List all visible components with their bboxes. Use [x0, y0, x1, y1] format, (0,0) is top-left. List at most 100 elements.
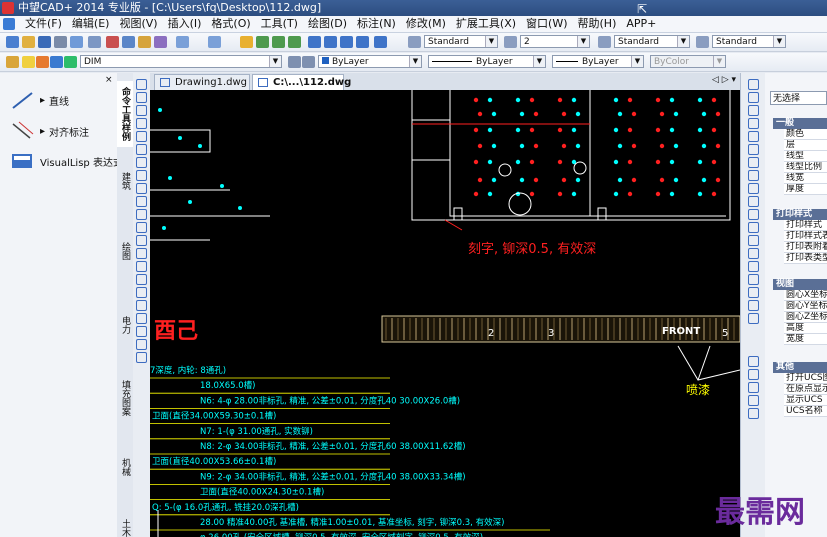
- modify-tool-icon[interactable]: [748, 209, 759, 220]
- draw-tool-icon[interactable]: [136, 339, 147, 350]
- print-icon[interactable]: [54, 36, 67, 48]
- modify-tool-icon[interactable]: [748, 274, 759, 285]
- design-center-icon[interactable]: [324, 36, 337, 48]
- undo-icon[interactable]: [176, 36, 189, 48]
- make-current-layer-icon[interactable]: [288, 56, 301, 68]
- draw-tool-icon[interactable]: [136, 300, 147, 311]
- text-style-select[interactable]: Standard ▼: [424, 35, 498, 48]
- menu-view[interactable]: 视图(V): [114, 16, 162, 32]
- menu-draw[interactable]: 绘图(D): [303, 16, 352, 32]
- selection-dropdown[interactable]: 无选择: [770, 91, 827, 105]
- modify-tool-icon[interactable]: [748, 369, 759, 380]
- draw-tool-icon[interactable]: [136, 222, 147, 233]
- modify-tool-icon[interactable]: [748, 356, 759, 367]
- menu-edit[interactable]: 编辑(E): [67, 16, 115, 32]
- draw-tool-icon[interactable]: [136, 248, 147, 259]
- print-preview-icon[interactable]: [70, 36, 83, 48]
- layer-lock-icon[interactable]: [50, 56, 63, 68]
- modify-tool-icon[interactable]: [748, 222, 759, 233]
- tab-mechanical[interactable]: 机械: [117, 451, 133, 483]
- pan-icon[interactable]: [240, 36, 253, 48]
- tool-visuallisp[interactable]: VisualLisp 表达式: [10, 151, 123, 171]
- drawing-canvas[interactable]: 刻字, 铆深0.5, 有效深 酉己 2 3 FRONT 5 喷漆 7深度, 内轮…: [150, 90, 740, 537]
- menu-help[interactable]: 帮助(H): [573, 16, 622, 32]
- copy-icon[interactable]: [122, 36, 135, 48]
- modify-tool-icon[interactable]: [748, 261, 759, 272]
- menu-app-plus[interactable]: APP+: [621, 16, 661, 32]
- redo-icon[interactable]: [208, 36, 221, 48]
- modify-tool-icon[interactable]: [748, 395, 759, 406]
- cad-drawing[interactable]: 刻字, 铆深0.5, 有效深 酉己 2 3 FRONT 5 喷漆 7深度, 内轮…: [150, 90, 740, 537]
- zoom-window-icon[interactable]: [272, 36, 285, 48]
- modify-tool-icon[interactable]: [748, 382, 759, 393]
- draw-tool-icon[interactable]: [136, 144, 147, 155]
- properties-icon[interactable]: [308, 36, 321, 48]
- dim-scale-select[interactable]: 2 ▼: [520, 35, 590, 48]
- tool-aligned-dimension[interactable]: ▸ 对齐标注: [10, 120, 89, 142]
- paste-icon[interactable]: [138, 36, 151, 48]
- menu-dimension[interactable]: 标注(N): [352, 16, 401, 32]
- cut-icon[interactable]: [106, 36, 119, 48]
- menu-tools[interactable]: 工具(T): [256, 16, 303, 32]
- tab-drawing1[interactable]: Drawing1.dwg: [154, 74, 250, 90]
- modify-tool-icon[interactable]: [748, 408, 759, 419]
- lineweight-select[interactable]: ByLayer ▼: [552, 55, 644, 68]
- close-icon[interactable]: ×: [105, 75, 113, 85]
- publish-icon[interactable]: [88, 36, 101, 48]
- tool-palettes-icon[interactable]: [340, 36, 353, 48]
- save-icon[interactable]: [38, 36, 51, 48]
- section-misc[interactable]: 其他: [773, 362, 827, 373]
- tab-hatch-patterns[interactable]: 填充图案: [117, 373, 133, 423]
- tool-line[interactable]: ▸ 直线: [10, 89, 69, 111]
- layer-select[interactable]: DIM ▼: [80, 55, 282, 68]
- match-properties-icon[interactable]: [154, 36, 167, 48]
- section-plot-style[interactable]: 打印样式: [773, 209, 827, 220]
- modify-tool-icon[interactable]: [748, 170, 759, 181]
- modify-tool-icon[interactable]: [748, 313, 759, 324]
- draw-tool-icon[interactable]: [136, 105, 147, 116]
- modify-tool-icon[interactable]: [748, 183, 759, 194]
- new-file-icon[interactable]: [6, 36, 19, 48]
- draw-tool-icon[interactable]: [136, 274, 147, 285]
- menu-file[interactable]: 文件(F): [20, 16, 67, 32]
- draw-tool-icon[interactable]: [136, 131, 147, 142]
- section-general[interactable]: 一般: [773, 118, 827, 129]
- draw-tool-icon[interactable]: [136, 326, 147, 337]
- menu-window[interactable]: 窗口(W): [521, 16, 572, 32]
- modify-tool-icon[interactable]: [748, 131, 759, 142]
- modify-tool-icon[interactable]: [748, 105, 759, 116]
- layer-previous-icon[interactable]: [302, 56, 315, 68]
- draw-tool-icon[interactable]: [136, 209, 147, 220]
- layer-manager-icon[interactable]: [6, 56, 19, 68]
- modify-tool-icon[interactable]: [748, 92, 759, 103]
- modify-tool-icon[interactable]: [748, 287, 759, 298]
- layer-color-icon[interactable]: [64, 56, 77, 68]
- zoom-realtime-icon[interactable]: [256, 36, 269, 48]
- draw-tool-icon[interactable]: [136, 196, 147, 207]
- zoom-previous-icon[interactable]: [288, 36, 301, 48]
- menu-app-icon[interactable]: [3, 18, 15, 30]
- linetype-select[interactable]: ByLayer ▼: [428, 55, 546, 68]
- draw-tool-icon[interactable]: [136, 287, 147, 298]
- dim-style-select[interactable]: Standard ▼: [614, 35, 690, 48]
- modify-tool-icon[interactable]: [748, 235, 759, 246]
- draw-tool-icon[interactable]: [136, 183, 147, 194]
- draw-tool-icon[interactable]: [136, 79, 147, 90]
- layer-on-icon[interactable]: [22, 56, 35, 68]
- draw-tool-icon[interactable]: [136, 352, 147, 363]
- draw-tool-icon[interactable]: [136, 313, 147, 324]
- modify-tool-icon[interactable]: [748, 196, 759, 207]
- tab-electrical[interactable]: 电力: [117, 309, 133, 341]
- tab-112-dwg[interactable]: C:\...\112.dwg: [252, 74, 351, 90]
- menu-modify[interactable]: 修改(M): [401, 16, 451, 32]
- tab-civil[interactable]: 土木: [117, 519, 133, 537]
- open-file-icon[interactable]: [22, 36, 35, 48]
- modify-tool-icon[interactable]: [748, 144, 759, 155]
- color-select[interactable]: ByLayer ▼: [318, 55, 422, 68]
- tab-draw[interactable]: 绘图: [117, 235, 133, 267]
- tab-navigation-icon[interactable]: ◁ ▷ ▾: [712, 75, 736, 85]
- tab-architecture[interactable]: 建筑: [117, 165, 133, 197]
- draw-tool-icon[interactable]: [136, 235, 147, 246]
- menu-insert[interactable]: 插入(I): [163, 16, 207, 32]
- layer-freeze-icon[interactable]: [36, 56, 49, 68]
